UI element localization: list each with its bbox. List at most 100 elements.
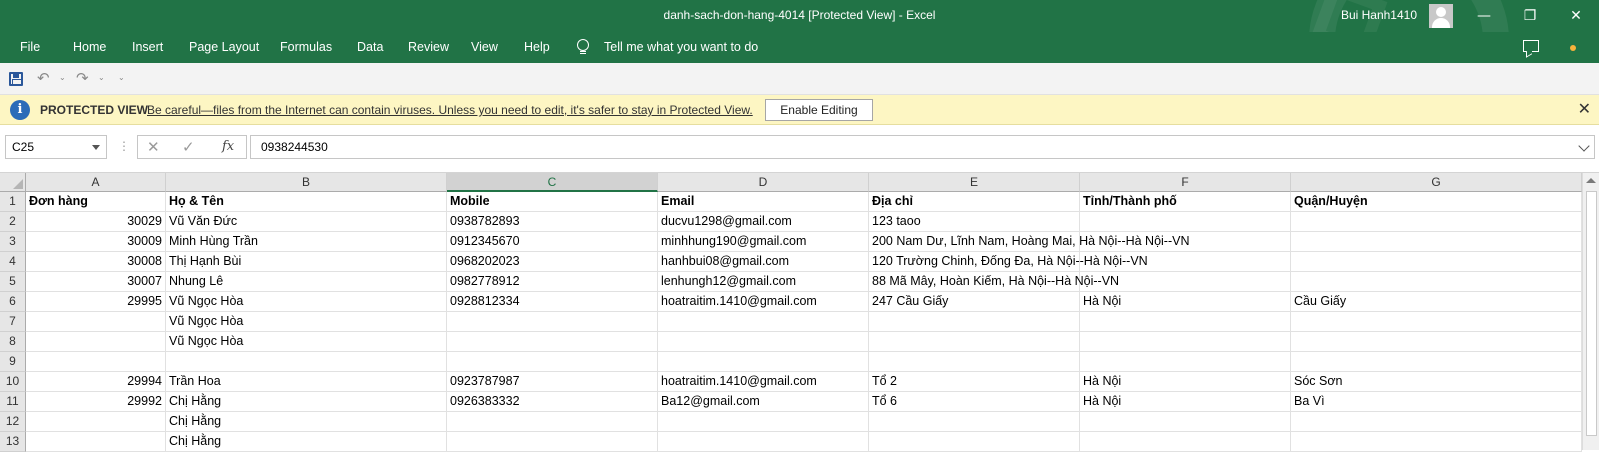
table-cell[interactable] xyxy=(1291,272,1582,292)
minimize-button[interactable]: — xyxy=(1461,0,1507,32)
table-cell[interactable]: ducvu1298@gmail.com xyxy=(658,212,869,232)
table-cell[interactable]: Ba Vì xyxy=(1291,392,1582,412)
tab-formulas[interactable]: Formulas xyxy=(280,40,332,54)
table-cell[interactable]: 0938782893 xyxy=(447,212,658,232)
table-cell[interactable]: 0912345670 xyxy=(447,232,658,252)
table-cell[interactable]: Sóc Sơn xyxy=(1291,372,1582,392)
table-cell[interactable]: 247 Cầu Giấy xyxy=(869,292,1080,312)
tell-me-search[interactable]: Tell me what you want to do xyxy=(604,40,758,54)
table-cell[interactable]: Minh Hùng Trần xyxy=(166,232,447,252)
column-title-cell[interactable]: Email xyxy=(658,192,869,212)
column-header-e[interactable]: E xyxy=(869,173,1080,192)
chevron-down-icon[interactable] xyxy=(92,145,100,150)
table-cell[interactable] xyxy=(447,352,658,372)
formula-bar-grip-icon[interactable]: ⋮ xyxy=(118,139,130,153)
comment-icon[interactable] xyxy=(1523,40,1539,52)
table-cell[interactable]: Vũ Ngọc Hòa xyxy=(166,292,447,312)
table-cell[interactable]: 0982778912 xyxy=(447,272,658,292)
table-cell[interactable] xyxy=(1080,432,1291,452)
redo-icon[interactable]: ↷ xyxy=(76,69,89,87)
table-cell[interactable]: 29995 xyxy=(26,292,166,312)
table-cell[interactable] xyxy=(447,412,658,432)
table-cell[interactable]: 30008 xyxy=(26,252,166,272)
row-header[interactable]: 6 xyxy=(0,292,26,312)
row-header[interactable]: 11 xyxy=(0,392,26,412)
scrollbar-thumb[interactable] xyxy=(1586,191,1597,436)
table-cell[interactable] xyxy=(26,432,166,452)
table-cell[interactable]: Hà Nội xyxy=(1080,372,1291,392)
table-cell[interactable] xyxy=(26,312,166,332)
row-header[interactable]: 10 xyxy=(0,372,26,392)
customize-qat-icon[interactable]: ⌄ xyxy=(118,73,125,82)
column-title-cell[interactable]: Quận/Huyện xyxy=(1291,192,1582,212)
enable-editing-button[interactable]: Enable Editing xyxy=(765,99,873,121)
table-cell[interactable] xyxy=(658,332,869,352)
column-header-a[interactable]: A xyxy=(26,173,166,192)
table-cell[interactable]: Tổ 6 xyxy=(869,392,1080,412)
table-cell[interactable]: Vũ Ngọc Hòa xyxy=(166,332,447,352)
row-header[interactable]: 13 xyxy=(0,432,26,452)
table-cell[interactable] xyxy=(869,312,1080,332)
name-box[interactable]: C25 xyxy=(5,135,107,159)
save-icon[interactable] xyxy=(9,72,23,86)
table-cell[interactable] xyxy=(869,432,1080,452)
table-cell[interactable]: Hà Nội xyxy=(1080,392,1291,412)
column-title-cell[interactable]: Đơn hàng xyxy=(26,192,166,212)
row-header[interactable]: 9 xyxy=(0,352,26,372)
table-cell[interactable]: Cầu Giấy xyxy=(1291,292,1582,312)
table-cell[interactable] xyxy=(1291,412,1582,432)
table-cell[interactable]: 88 Mã Mây, Hoàn Kiếm, Hà Nội--Hà Nội--VN xyxy=(869,272,1119,292)
tab-view[interactable]: View xyxy=(471,40,498,54)
tab-file[interactable]: File xyxy=(20,40,40,54)
table-cell[interactable]: Nhung Lê xyxy=(166,272,447,292)
table-cell[interactable] xyxy=(1080,412,1291,432)
undo-dropdown-icon[interactable]: ⌄ xyxy=(59,73,66,82)
table-cell[interactable]: Thị Hạnh Bùi xyxy=(166,252,447,272)
column-header-c[interactable]: C xyxy=(447,173,658,192)
row-header[interactable]: 12 xyxy=(0,412,26,432)
table-cell[interactable]: 0923787987 xyxy=(447,372,658,392)
column-header-g[interactable]: G xyxy=(1291,173,1582,192)
column-title-cell[interactable]: Địa chỉ xyxy=(869,192,1080,212)
avatar[interactable] xyxy=(1429,4,1453,28)
redo-dropdown-icon[interactable]: ⌄ xyxy=(98,73,105,82)
table-cell[interactable] xyxy=(1080,232,1291,252)
table-cell[interactable]: 120 Trường Chinh, Đống Đa, Hà Nội--Hà Nộ… xyxy=(869,252,1148,272)
table-cell[interactable]: Hà Nội xyxy=(1080,292,1291,312)
table-cell[interactable] xyxy=(1291,352,1582,372)
tab-page-layout[interactable]: Page Layout xyxy=(189,40,259,54)
table-cell[interactable] xyxy=(1291,212,1582,232)
table-cell[interactable]: 200 Nam Dư, Lĩnh Nam, Hoàng Mai, Hà Nội-… xyxy=(869,232,1190,252)
table-cell[interactable] xyxy=(1080,312,1291,332)
row-header[interactable]: 7 xyxy=(0,312,26,332)
select-all-button[interactable] xyxy=(0,173,26,192)
table-cell[interactable]: 123 taoo xyxy=(869,212,1080,232)
table-cell[interactable]: Trần Hoa xyxy=(166,372,447,392)
tab-help[interactable]: Help xyxy=(524,40,550,54)
table-cell[interactable]: Chị Hằng xyxy=(166,392,447,412)
column-header-b[interactable]: B xyxy=(166,173,447,192)
table-cell[interactable]: 0928812334 xyxy=(447,292,658,312)
table-cell[interactable] xyxy=(166,352,447,372)
table-cell[interactable] xyxy=(658,352,869,372)
table-cell[interactable]: 0926383332 xyxy=(447,392,658,412)
row-header[interactable]: 8 xyxy=(0,332,26,352)
table-cell[interactable] xyxy=(1080,332,1291,352)
column-title-cell[interactable]: Họ & Tên xyxy=(166,192,447,212)
row-header[interactable]: 3 xyxy=(0,232,26,252)
table-cell[interactable]: hanhbui08@gmail.com xyxy=(658,252,869,272)
table-cell[interactable] xyxy=(1291,332,1582,352)
close-window-button[interactable]: ✕ xyxy=(1553,0,1599,32)
table-cell[interactable]: 30009 xyxy=(26,232,166,252)
table-cell[interactable] xyxy=(26,332,166,352)
table-cell[interactable]: 29992 xyxy=(26,392,166,412)
row-header[interactable]: 5 xyxy=(0,272,26,292)
table-cell[interactable] xyxy=(447,432,658,452)
user-name[interactable]: Bui Hanh1410 xyxy=(1341,8,1417,22)
protected-view-message[interactable]: Be careful—files from the Internet can c… xyxy=(147,103,753,117)
table-cell[interactable]: lenhungh12@gmail.com xyxy=(658,272,869,292)
scroll-up-icon[interactable] xyxy=(1586,178,1596,183)
table-cell[interactable] xyxy=(1291,252,1582,272)
cancel-icon[interactable]: ✕ xyxy=(147,138,160,156)
table-cell[interactable] xyxy=(1080,212,1291,232)
